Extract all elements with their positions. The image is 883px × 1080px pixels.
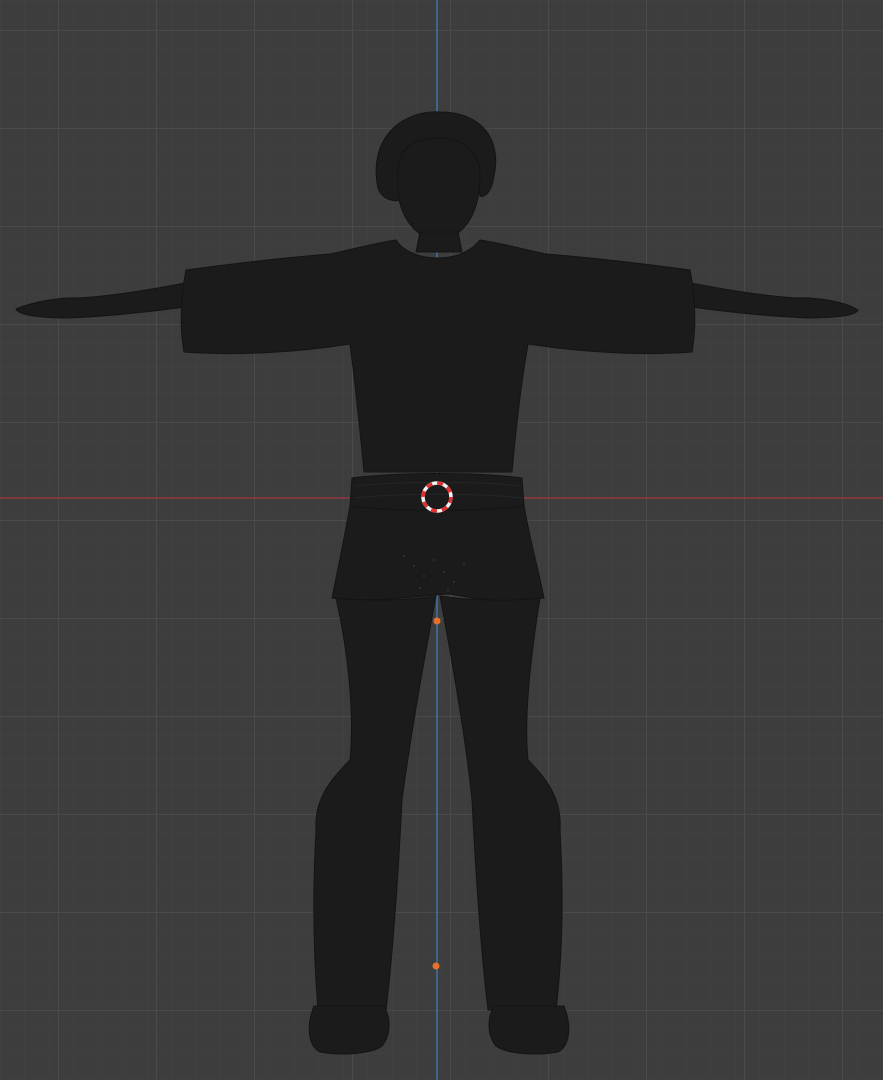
- object-origin-dot[interactable]: [433, 617, 441, 625]
- character-tunic: [331, 505, 545, 602]
- character-belt: [349, 473, 525, 511]
- object-origin-dot-lower[interactable]: [432, 962, 440, 970]
- character-shoe-right: [488, 1005, 570, 1055]
- character-shoe-left: [308, 1005, 390, 1055]
- 3d-viewport[interactable]: [0, 0, 883, 1080]
- character-neck: [415, 231, 463, 253]
